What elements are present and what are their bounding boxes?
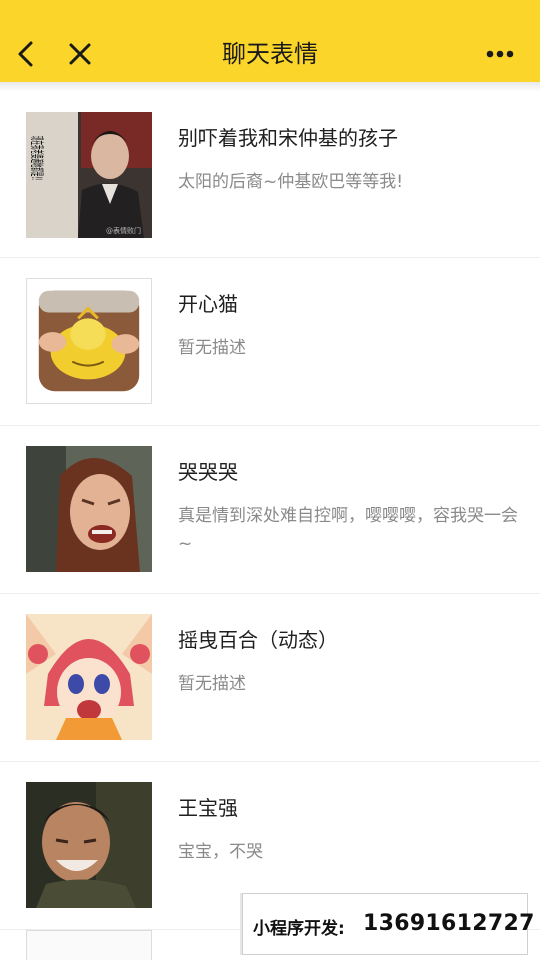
item-title: 王宝强 [178,796,238,820]
item-title: 开心猫 [178,292,238,316]
sticker-thumbnail [26,782,152,908]
list-item[interactable]: 开心猫 暂无描述 [0,258,540,426]
list-item[interactable]: 现在我老婆遍地都是!! @表情败门 别吓着我和宋仲基的孩子 太阳的后裔~仲基欧巴… [0,92,540,258]
item-title: 摇曳百合（动态） [178,628,338,652]
sticker-thumbnail [26,278,152,404]
item-title: 哭哭哭 [178,460,238,484]
header-bar: 聊天表情 [0,0,540,82]
promo-label: 小程序开发: [253,919,345,939]
sticker-thumbnail [26,446,152,572]
page-title: 聊天表情 [222,40,318,68]
item-description: 暂无描述 [178,674,246,694]
promo-phone[interactable]: 13691612727 [363,911,535,936]
item-title: 别吓着我和宋仲基的孩子 [178,126,398,150]
sticker-watermark: @表情败门 [106,226,141,235]
sticker-image-icon [26,614,152,740]
sticker-list: 现在我老婆遍地都是!! @表情败门 别吓着我和宋仲基的孩子 太阳的后裔~仲基欧巴… [0,92,540,930]
item-description: 太阳的后裔~仲基欧巴等等我! [178,172,404,192]
item-description: 宝宝，不哭 [178,842,263,862]
sticker-image-icon: 现在我老婆遍地都是!! @表情败门 [26,112,152,238]
list-item[interactable]: 摇曳百合（动态） 暂无描述 [0,594,540,762]
list-item[interactable]: 哭哭哭 真是情到深处难自控啊，嘤嘤嘤，容我哭一会~ [0,426,540,594]
item-description: 真是情到深处难自控啊，嘤嘤嘤，容我哭一会~ [178,506,518,554]
sticker-thumbnail [26,614,152,740]
header-shadow [0,82,540,92]
sticker-image-icon [38,290,140,392]
sticker-caption: 现在我老婆遍地都是!! [28,136,44,180]
more-button[interactable] [482,36,518,72]
more-dots-icon [486,50,514,58]
next-item-thumbnail-partial [26,930,152,960]
item-description: 暂无描述 [178,338,246,358]
sticker-image-icon [26,782,152,908]
promo-banner[interactable]: 小程序开发: 13691612727 [242,893,534,955]
sticker-thumbnail: 现在我老婆遍地都是!! @表情败门 [26,112,152,238]
sticker-image-icon [26,446,152,572]
